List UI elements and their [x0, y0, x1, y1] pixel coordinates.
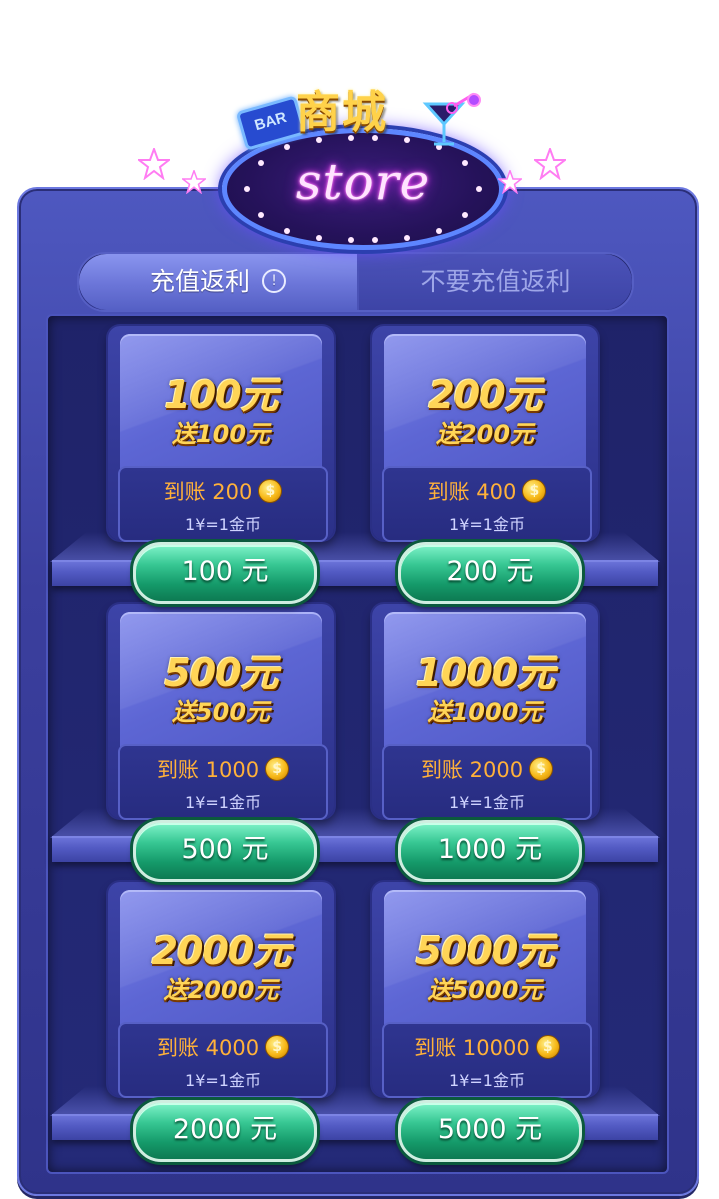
arrive-text: 到账 1000 $	[120, 754, 326, 784]
product-amount: 1000元	[415, 651, 556, 695]
arrive-text: 到账 200 $	[120, 476, 326, 506]
tab-bar: 充值返利! 不要充值返利	[77, 252, 634, 312]
arrive-text: 到账 2000 $	[384, 754, 590, 784]
star-icon	[182, 170, 206, 194]
star-icon	[498, 170, 522, 194]
gold-coin-icon: $	[265, 1035, 290, 1059]
product-bonus: 送200元	[435, 420, 535, 448]
gold-coin-icon: $	[529, 757, 554, 781]
exchange-rate: 1¥=1金币	[449, 515, 525, 534]
product-bonus: 送1000元	[427, 698, 543, 726]
buy-button-5000[interactable]: 5000 元	[398, 1100, 582, 1162]
product-card[interactable]: 200元 送200元 到账 400 $ 1¥=1金币	[372, 326, 598, 542]
product-bonus: 送5000元	[427, 976, 543, 1004]
star-icon	[534, 148, 566, 180]
product-info: 到账 10000 $ 1¥=1金币	[382, 1022, 592, 1098]
product-info: 到账 2000 $ 1¥=1金币	[382, 744, 592, 820]
product-card[interactable]: 500元 送500元 到账 1000 $ 1¥=1金币	[108, 604, 334, 820]
product-info: 到账 1000 $ 1¥=1金币	[118, 744, 328, 820]
arrive-text: 到账 10000 $	[384, 1032, 590, 1062]
product-bonus: 送2000元	[163, 976, 279, 1004]
buy-button-500[interactable]: 500 元	[133, 820, 317, 882]
gold-coin-icon: $	[265, 757, 290, 781]
tab-recharge-rebate-label: 充值返利	[149, 267, 250, 296]
cocktail-glass-icon	[422, 92, 481, 146]
tab-no-rebate-label: 不要充值返利	[420, 267, 571, 296]
exchange-rate: 1¥=1金币	[449, 1071, 525, 1090]
gold-coin-icon: $	[258, 479, 283, 503]
buy-button-200[interactable]: 200 元	[398, 542, 582, 604]
gold-coin-icon: $	[522, 479, 547, 503]
tab-recharge-rebate[interactable]: 充值返利!	[79, 254, 359, 310]
info-icon[interactable]: !	[262, 269, 286, 293]
product-amount: 200元	[428, 373, 542, 417]
exchange-rate: 1¥=1金币	[185, 515, 261, 534]
buy-button-2000[interactable]: 2000 元	[133, 1100, 317, 1162]
page-title: 商城	[296, 87, 388, 138]
store-neon-text: store	[295, 153, 431, 211]
product-amount: 5000元	[415, 929, 556, 973]
arrive-text: 到账 4000 $	[120, 1032, 326, 1062]
product-info: 到账 4000 $ 1¥=1金币	[118, 1022, 328, 1098]
product-info: 到账 200 $ 1¥=1金币	[118, 466, 328, 542]
product-amount: 2000元	[151, 929, 292, 973]
exchange-rate: 1¥=1金币	[185, 793, 261, 812]
exchange-rate: 1¥=1金币	[449, 793, 525, 812]
product-card[interactable]: 1000元 送1000元 到账 2000 $ 1¥=1金币	[372, 604, 598, 820]
product-info: 到账 400 $ 1¥=1金币	[382, 466, 592, 542]
product-card[interactable]: 5000元 送5000元 到账 10000 $ 1¥=1金币	[372, 882, 598, 1098]
product-card[interactable]: 100元 送100元 到账 200 $ 1¥=1金币	[108, 326, 334, 542]
product-bonus: 送100元	[171, 420, 271, 448]
product-card[interactable]: 2000元 送2000元 到账 4000 $ 1¥=1金币	[108, 882, 334, 1098]
product-amount: 100元	[164, 373, 278, 417]
buy-button-1000[interactable]: 1000 元	[398, 820, 582, 882]
tab-no-rebate[interactable]: 不要充值返利	[359, 254, 632, 310]
exchange-rate: 1¥=1金币	[185, 1071, 261, 1090]
product-amount: 500元	[164, 651, 278, 695]
product-bonus: 送500元	[171, 698, 271, 726]
gold-coin-icon: $	[535, 1035, 560, 1059]
star-icon	[138, 148, 170, 180]
buy-button-100[interactable]: 100 元	[133, 542, 317, 604]
arrive-text: 到账 400 $	[384, 476, 590, 506]
